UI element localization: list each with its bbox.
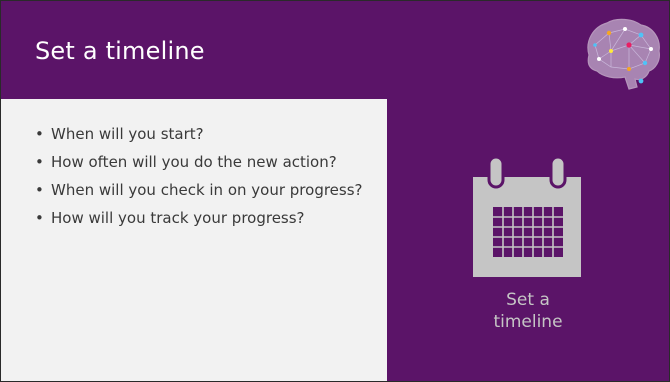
bullet-item: How often will you do the new action? <box>35 153 380 172</box>
content-panel: When will you start? How often will you … <box>1 99 387 381</box>
bullet-item: When will you check in on your progress? <box>35 181 380 200</box>
slide-title: Set a timeline <box>35 37 205 65</box>
icon-panel: Set a timeline <box>387 99 669 381</box>
slide: Set a timeline When <box>0 0 670 382</box>
bullet-item: When will you start? <box>35 125 380 144</box>
brain-network-icon <box>587 18 660 90</box>
bullet-item: How will you track your progress? <box>35 209 380 228</box>
title-bar: Set a timeline <box>1 1 669 99</box>
caption-line-2: timeline <box>493 312 563 332</box>
icon-caption: Set a timeline <box>387 289 669 333</box>
bullet-list: When will you start? How often will you … <box>35 125 380 237</box>
calendar-icon <box>473 155 581 277</box>
caption-line-1: Set a <box>506 290 550 310</box>
